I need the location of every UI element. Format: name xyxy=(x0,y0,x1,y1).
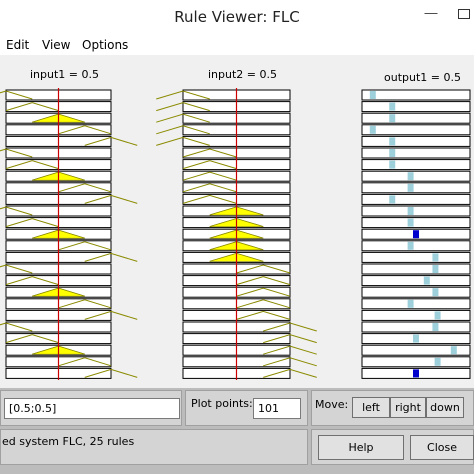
out-rule-box xyxy=(361,217,471,229)
output-marker xyxy=(407,172,414,181)
out-rule-box xyxy=(361,159,471,171)
out-rule-box xyxy=(361,321,471,333)
output-marker xyxy=(407,207,414,215)
output-marker xyxy=(389,137,396,146)
close-button[interactable]: Close xyxy=(410,435,474,460)
output-marker xyxy=(407,241,414,250)
out-rule-box xyxy=(361,147,471,159)
out-rule-box xyxy=(361,89,471,101)
left-button[interactable]: left xyxy=(352,397,390,418)
output-marker xyxy=(434,357,441,366)
output-marker xyxy=(434,311,441,320)
output-marker xyxy=(432,288,439,297)
output-marker xyxy=(432,253,439,262)
output-marker xyxy=(413,230,419,239)
out-rule-box xyxy=(361,251,471,263)
out-rule-box xyxy=(361,112,471,124)
output-marker xyxy=(423,276,430,285)
out-rule-box xyxy=(361,263,471,275)
down-button[interactable]: down xyxy=(426,397,464,418)
out-rule-box xyxy=(361,298,471,310)
out-rule-box xyxy=(361,286,471,298)
output-marker xyxy=(413,334,419,343)
out-rule-box xyxy=(361,101,471,113)
output-marker xyxy=(389,149,396,157)
out-rule-box xyxy=(361,309,471,321)
plot-points-label: Plot points: xyxy=(191,397,253,410)
output-marker xyxy=(432,323,439,331)
out-rule-box xyxy=(361,240,471,252)
help-button[interactable]: Help xyxy=(318,435,404,460)
plot-points-field[interactable]: 101 xyxy=(253,398,301,419)
status-text: ed system FLC, 25 rules xyxy=(2,435,135,448)
move-label: Move: xyxy=(315,398,349,411)
out-rule-box xyxy=(361,182,471,194)
output-marker xyxy=(432,265,439,273)
bottom-panel: [0.5;0.5] Plot points: 101 Move: left ri… xyxy=(0,388,474,474)
output-marker xyxy=(389,195,396,204)
out-rule-box xyxy=(361,356,471,368)
output-marker xyxy=(407,299,414,308)
output-marker xyxy=(389,102,396,111)
input-field[interactable]: [0.5;0.5] xyxy=(4,398,180,419)
output-marker xyxy=(413,369,419,378)
output-marker xyxy=(389,114,396,123)
out-rule-box xyxy=(361,170,471,182)
output-marker xyxy=(450,346,457,355)
output-marker xyxy=(369,125,376,134)
out-rule-box xyxy=(361,193,471,205)
out-rule-box xyxy=(361,135,471,147)
output-marker xyxy=(407,183,414,192)
right-button[interactable]: right xyxy=(390,397,426,418)
output-marker xyxy=(407,218,414,227)
out-rule-box xyxy=(361,124,471,136)
output-marker xyxy=(369,91,376,99)
output-marker xyxy=(389,160,396,169)
out-rule-box xyxy=(361,205,471,217)
out-rule-box xyxy=(361,275,471,287)
